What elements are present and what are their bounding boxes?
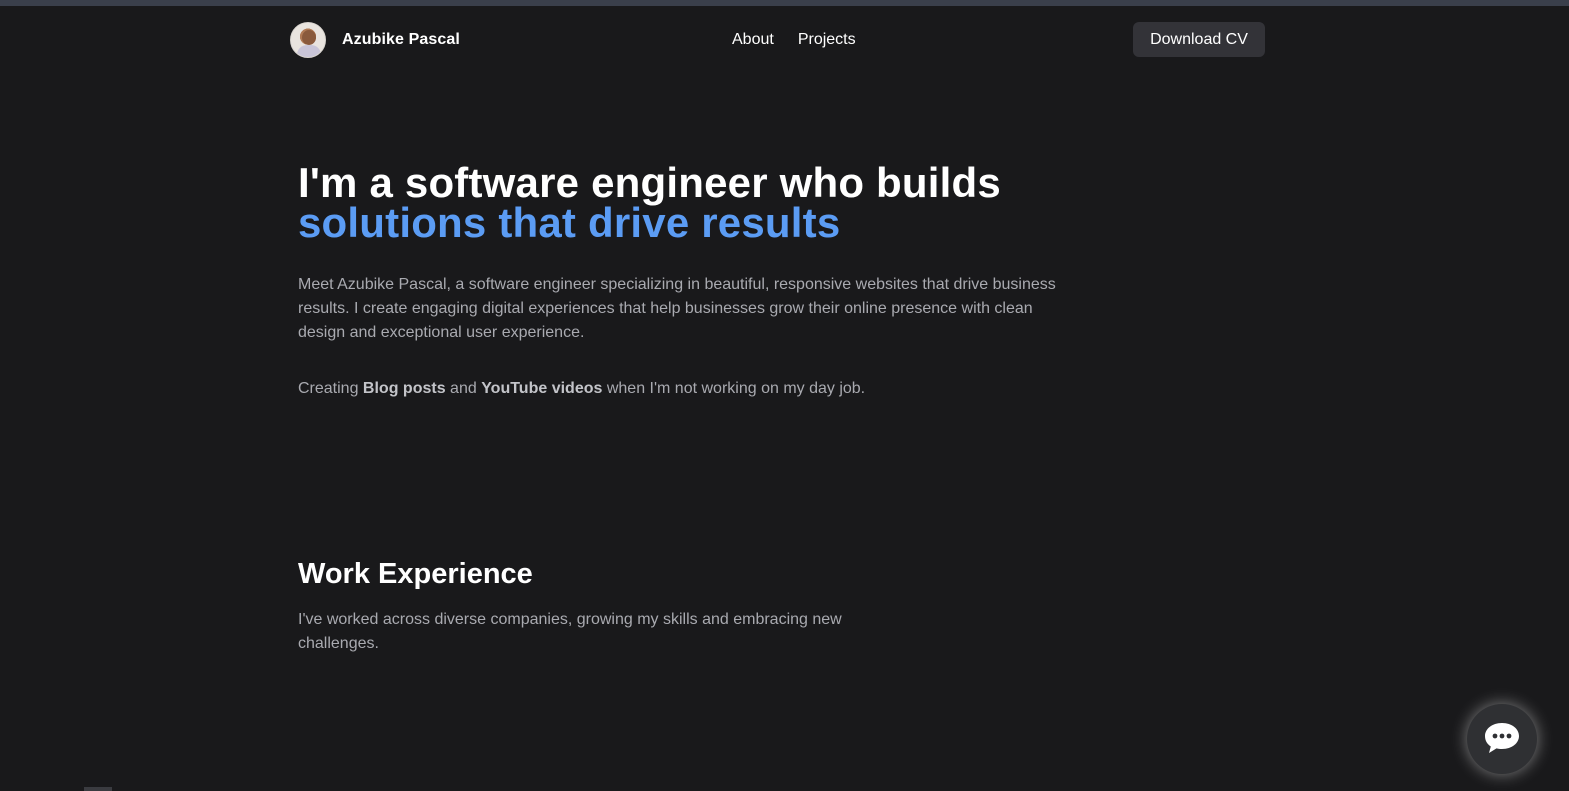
top-border	[0, 0, 1569, 6]
work-experience-title: Work Experience	[298, 558, 533, 590]
work-experience-section: Work Experience I've worked across diver…	[298, 556, 918, 656]
nav-link-projects[interactable]: Projects	[798, 31, 856, 49]
brand-name: Azubike Pascal	[342, 31, 460, 48]
hero-intro: Meet Azubike Pascal, a software engineer…	[298, 276, 1056, 341]
main-nav: About Projects	[732, 22, 856, 58]
side-suffix: when I'm not working on my day job.	[602, 380, 866, 397]
youtube-videos-text: YouTube videos	[481, 380, 603, 397]
work-experience-description: I've worked across diverse companies, gr…	[298, 611, 842, 652]
side-and: and	[445, 380, 482, 397]
bottom-edge-mark	[84, 787, 112, 791]
avatar-body	[297, 45, 321, 57]
blog-posts-text: Blog posts	[362, 380, 446, 397]
chat-bubble-icon	[1482, 720, 1522, 759]
hero-title: I'm a software engineer who builds solut…	[298, 162, 1078, 246]
brand[interactable]: Azubike Pascal	[290, 22, 460, 58]
download-cv-button[interactable]: Download CV	[1133, 22, 1265, 57]
hero-title-accent: solutions that drive results	[298, 199, 841, 246]
avatar	[290, 22, 326, 58]
chat-button[interactable]	[1467, 704, 1537, 774]
side-prefix: Creating	[298, 380, 363, 397]
side-projects-text: Creating Blog posts and YouTube videos w…	[298, 377, 1078, 401]
hero-section: I'm a software engineer who builds solut…	[298, 162, 1078, 401]
avatar-head	[302, 30, 316, 45]
nav-link-about[interactable]: About	[732, 31, 774, 49]
site-header: Azubike Pascal About Projects Download C…	[290, 22, 1265, 58]
